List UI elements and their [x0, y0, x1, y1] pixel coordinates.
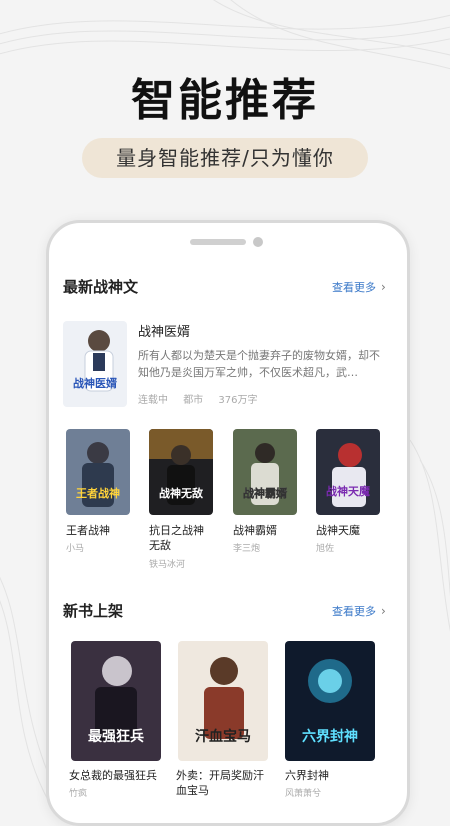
- phone-camera: [253, 237, 263, 247]
- svg-text:战神无敌: 战神无敌: [159, 486, 203, 500]
- book-author: 竹疯: [69, 789, 88, 799]
- book-cover[interactable]: 六界封神: [285, 641, 375, 761]
- featured-category: 都市: [183, 395, 204, 406]
- featured-description: 所有人都以为楚天是个抛妻弃子的废物女婿，却不知他乃是炎国万军之帅，不仅医术超凡，…: [138, 349, 380, 379]
- book-name[interactable]: 战神霸婿: [233, 523, 303, 538]
- section-title-latest: 最新战神文: [63, 278, 139, 296]
- book-author: 李三炮: [233, 544, 261, 554]
- phone-frame: 最新战神文 查看更多 › 战神医婿 战神医婿 所有人都以为楚天是个抛妻弃子的废物女…: [46, 220, 410, 826]
- featured-words: 376万字: [218, 395, 258, 406]
- section-title-new: 新书上架: [63, 602, 124, 620]
- svg-text:战神天魔: 战神天魔: [326, 484, 371, 498]
- book-cover[interactable]: 战神霸婿: [233, 429, 297, 515]
- book-cover[interactable]: 汗血宝马: [178, 641, 268, 761]
- phone-speaker: [190, 239, 246, 245]
- book-cover[interactable]: 战神无敌: [149, 429, 213, 515]
- book-name[interactable]: 六界封神: [285, 768, 385, 783]
- more-link-latest[interactable]: 查看更多 ›: [332, 279, 386, 295]
- svg-text:六界封神: 六界封神: [302, 728, 358, 745]
- book-author: 小马: [66, 544, 85, 554]
- book-cover[interactable]: 王者战神: [66, 429, 130, 515]
- chevron-right-icon: ›: [381, 280, 386, 294]
- book-cover[interactable]: 战神天魔: [316, 429, 380, 515]
- book-name[interactable]: 女总裁的最强狂兵: [69, 768, 169, 783]
- featured-cover-text: 战神医婿: [73, 376, 118, 390]
- book-cover[interactable]: 最强狂兵: [71, 641, 161, 761]
- featured-status: 连载中: [138, 395, 168, 406]
- book-name[interactable]: 王者战神: [66, 523, 136, 538]
- book-author: 旭佐: [316, 544, 335, 554]
- featured-title[interactable]: 战神医婿: [138, 321, 190, 340]
- more-label: 查看更多: [332, 281, 376, 294]
- more-link-new[interactable]: 查看更多 ›: [332, 603, 386, 619]
- featured-cover[interactable]: 战神医婿: [63, 321, 127, 407]
- book-name[interactable]: 外卖：开局奖励汗血宝马: [176, 768, 272, 798]
- svg-text:汗血宝马: 汗血宝马: [195, 728, 251, 745]
- headline: 智能推荐: [131, 75, 319, 126]
- tagline-pill: 量身智能推荐/只为懂你: [82, 138, 368, 178]
- book-name[interactable]: 抗日之战神无敌: [149, 523, 213, 553]
- more-label: 查看更多: [332, 605, 376, 618]
- book-author: 风萧萧兮: [285, 789, 322, 799]
- svg-text:王者战神: 王者战神: [76, 486, 120, 500]
- svg-text:最强狂兵: 最强狂兵: [88, 728, 144, 745]
- chevron-right-icon: ›: [381, 604, 386, 618]
- book-author: 铁马冰河: [149, 560, 186, 570]
- book-name[interactable]: 战神天魔: [316, 523, 386, 538]
- featured-meta: 连载中 都市 376万字: [138, 391, 269, 406]
- svg-text:战神霸婿: 战神霸婿: [243, 486, 288, 500]
